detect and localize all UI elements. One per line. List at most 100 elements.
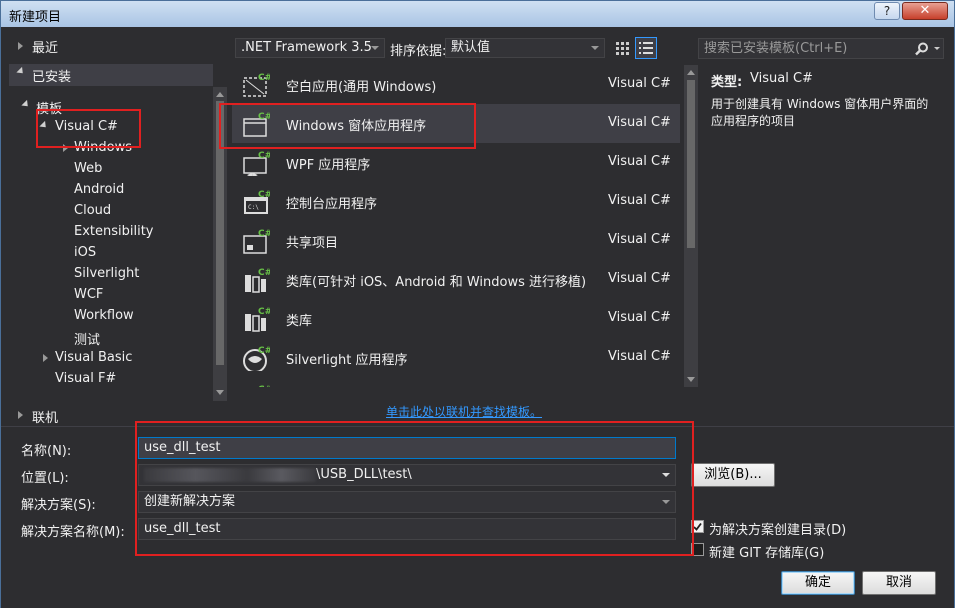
annotation-box-visual-csharp — [36, 109, 141, 148]
nav-workflow[interactable]: Workflow — [74, 308, 134, 323]
template-language: Visual C# — [608, 76, 671, 91]
details-description: 用于创建具有 Windows 窗体用户界面的应用程序的项目 — [711, 97, 929, 128]
help-button[interactable]: ? — [874, 2, 900, 20]
template-language: Visual C# — [608, 310, 671, 325]
framework-value: .NET Framework 3.5 — [241, 40, 372, 55]
annotation-box-windows-forms — [219, 103, 476, 149]
shared-project-icon: C# — [243, 229, 270, 254]
template-row[interactable]: C# 类库 Visual C# — [232, 299, 680, 338]
template-scroll-thumb[interactable] — [687, 80, 695, 248]
chevron-down-icon — [591, 46, 599, 50]
sort-select[interactable]: 默认值 — [445, 38, 605, 58]
collapse-templates-icon[interactable] — [21, 99, 31, 110]
template-icon: C# — [258, 385, 270, 387]
create-directory-label[interactable]: 为解决方案创建目录(D) — [709, 519, 846, 538]
console-app-icon: C:\ C# — [244, 190, 270, 214]
svg-text:C#: C# — [258, 346, 270, 356]
name-label: 名称(N): — [21, 444, 72, 459]
template-language: Visual C# — [608, 115, 671, 130]
svg-text:C#: C# — [258, 385, 270, 387]
nav-online[interactable]: 联机 — [32, 407, 58, 426]
template-row[interactable]: C# 共享项目 Visual C# — [232, 221, 680, 260]
nav-recent[interactable]: 最近 — [32, 37, 58, 56]
template-row[interactable]: C# 类库(可针对 iOS、Android 和 Windows 进行移植) Vi… — [232, 260, 680, 299]
details-type-label: 类型: — [711, 75, 743, 90]
wpf-app-icon: ◀▶ C# — [243, 151, 270, 176]
portable-library-icon: C# — [245, 268, 270, 293]
template-name: 类库(可针对 iOS、Android 和 Windows 进行移植) — [286, 275, 587, 290]
svg-text:C#: C# — [258, 73, 270, 83]
template-search-input[interactable]: 搜索已安装模板(Ctrl+E) — [698, 38, 944, 59]
template-name: 控制台应用程序 — [286, 197, 378, 212]
svg-text:C#: C# — [258, 268, 270, 278]
cancel-button[interactable]: 取消 — [862, 571, 936, 595]
template-row[interactable]: C# 空白应用(通用 Windows) Visual C# — [232, 65, 680, 104]
scroll-up-icon[interactable] — [216, 92, 224, 97]
small-icons-view-button[interactable] — [613, 39, 631, 57]
svg-text:C#: C# — [258, 190, 270, 200]
annotation-box-form — [135, 421, 694, 556]
silverlight-app-icon: C# — [243, 346, 270, 371]
nav-installed[interactable]: 已安装 — [32, 66, 71, 85]
class-library-icon: C# — [245, 307, 270, 332]
browse-button[interactable]: 浏览(B)... — [691, 463, 775, 487]
template-language: Visual C# — [608, 349, 671, 364]
template-language: Visual C# — [608, 154, 671, 169]
nav-android[interactable]: Android — [74, 182, 124, 197]
svg-text:C:\: C:\ — [248, 204, 259, 211]
nav-cloud[interactable]: Cloud — [74, 203, 111, 218]
list-view-button[interactable] — [635, 37, 657, 59]
sort-value: 默认值 — [451, 40, 491, 55]
scroll-up-icon[interactable] — [687, 70, 695, 75]
template-name: 空白应用(通用 Windows) — [286, 80, 437, 95]
template-name: 类库 — [286, 314, 313, 329]
close-button[interactable]: ✕ — [902, 2, 948, 20]
chevron-down-icon — [371, 46, 379, 50]
solution-label: 解决方案(S): — [21, 498, 96, 513]
template-row[interactable]: C# Silverlight 应用程序 Visual C# — [232, 338, 680, 377]
git-repo-label[interactable]: 新建 GIT 存储库(G) — [709, 542, 824, 561]
online-templates-link[interactable]: 单击此处以联机并查找模板。 — [386, 403, 542, 420]
template-name: 共享项目 — [286, 236, 339, 251]
framework-select[interactable]: .NET Framework 3.5 — [235, 38, 385, 58]
nav-extensibility[interactable]: Extensibility — [74, 224, 154, 239]
svg-text:C#: C# — [258, 307, 270, 317]
window-title: 新建项目 — [9, 10, 62, 25]
location-label: 位置(L): — [21, 471, 69, 486]
expand-visual-basic-icon[interactable] — [43, 354, 48, 362]
search-icon[interactable] — [915, 42, 929, 56]
expand-online-icon[interactable] — [18, 411, 23, 419]
search-options-icon[interactable] — [934, 47, 940, 50]
template-row[interactable]: C:\ C# 控制台应用程序 Visual C# — [232, 182, 680, 221]
template-name: Silverlight 应用程序 — [286, 353, 408, 368]
list-view-icon — [639, 42, 653, 54]
template-language: Visual C# — [608, 271, 671, 286]
svg-text:C#: C# — [258, 229, 270, 239]
grid-view-icon — [616, 42, 629, 55]
template-language: Visual C# — [608, 193, 671, 208]
nav-visual-fsharp[interactable]: Visual F# — [55, 371, 116, 386]
nav-silverlight[interactable]: Silverlight — [74, 266, 139, 281]
nav-web[interactable]: Web — [74, 161, 102, 176]
svg-text:C#: C# — [258, 151, 270, 161]
search-placeholder: 搜索已安装模板(Ctrl+E) — [704, 41, 848, 56]
solution-name-label: 解决方案名称(M): — [21, 525, 125, 540]
nav-test[interactable]: 测试 — [74, 329, 100, 348]
template-list-scrollbar[interactable] — [684, 65, 698, 387]
scroll-down-icon[interactable] — [687, 377, 695, 382]
blank-app-icon: C# — [243, 73, 270, 97]
ok-button[interactable]: 确定 — [781, 571, 855, 595]
nav-ios[interactable]: iOS — [74, 245, 96, 260]
svg-text:◀▶: ◀▶ — [247, 171, 258, 176]
new-project-dialog: 新建项目 ? ✕ 最近 已安装 模板 Visual C# Windows Web… — [0, 0, 955, 608]
title-bar: 新建项目 ? ✕ — [1, 1, 954, 27]
scroll-down-icon[interactable] — [216, 390, 224, 395]
template-row-partial[interactable]: C# — [232, 377, 680, 387]
template-language: Visual C# — [608, 232, 671, 247]
nav-visual-basic[interactable]: Visual Basic — [55, 350, 132, 365]
sort-label: 排序依据: — [390, 44, 447, 59]
template-name: WPF 应用程序 — [286, 158, 371, 173]
nav-wcf[interactable]: WCF — [74, 287, 103, 302]
details-type-value: Visual C# — [750, 71, 813, 86]
expand-recent-icon[interactable] — [18, 42, 23, 50]
